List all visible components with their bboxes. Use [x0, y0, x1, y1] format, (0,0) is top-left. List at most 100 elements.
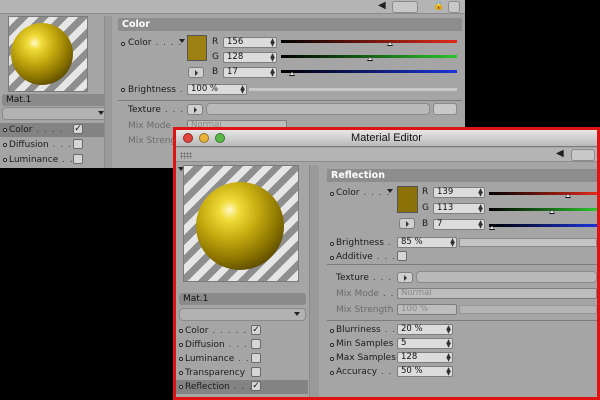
accuracy-field[interactable]: 50 % ▲ ▼: [397, 366, 453, 377]
back-r-knob[interactable]: [387, 41, 393, 46]
back-channel-luminance-checkbox[interactable]: [73, 154, 83, 164]
channel-label: Reflection . . .: [185, 382, 253, 392]
new-window-icon[interactable]: [448, 1, 460, 13]
back-b-slider[interactable]: [281, 70, 457, 76]
min-samples-bullet: [330, 343, 334, 347]
back-arrow-icon[interactable]: ◀: [378, 0, 386, 12]
b-slider[interactable]: [489, 224, 597, 230]
color-picker-button[interactable]: [399, 218, 415, 229]
back-g-field[interactable]: 128 ▲ ▼: [223, 52, 277, 63]
g-field[interactable]: 113 ▲ ▼: [433, 203, 485, 214]
material-name: Mat.1: [179, 293, 306, 305]
back-toolbar: ◀ 🔒: [0, 0, 465, 14]
g-label: G: [422, 203, 429, 213]
brightness-slider[interactable]: [459, 238, 597, 247]
mix-strength-field[interactable]: 100 %: [397, 304, 457, 315]
max-samples-field[interactable]: 128 ▲ ▼: [397, 352, 453, 363]
back-material-name-field[interactable]: [2, 107, 110, 120]
channel-bullet: [179, 343, 183, 347]
back-section-header: Color: [118, 18, 462, 31]
back-r-field[interactable]: 156 ▲ ▼: [223, 37, 277, 48]
title-bar[interactable]: Material Editor: [176, 130, 597, 147]
g-slider[interactable]: [489, 208, 597, 214]
lock-icon[interactable]: 🔒: [433, 0, 444, 12]
blurriness-field[interactable]: 20 % ▲ ▼: [397, 324, 453, 335]
front-toolbar: ◀: [176, 148, 597, 162]
additive-checkbox[interactable]: [397, 251, 407, 261]
preview-sphere: [196, 182, 284, 270]
brightness-label: Brightness .: [336, 238, 392, 248]
mix-strength-label: Mix Strength: [336, 305, 394, 315]
max-samples-bullet: [330, 357, 334, 361]
back-channel-bullet: [3, 158, 7, 162]
back-left-scrollbar[interactable]: [104, 16, 112, 168]
mix-mode-field[interactable]: Normal: [397, 288, 597, 299]
toolbar-grip-icon[interactable]: [180, 152, 192, 159]
blurriness-bullet: [330, 329, 334, 333]
back-divider: [118, 100, 462, 101]
back-r-slider[interactable]: [281, 40, 457, 46]
texture-button[interactable]: [397, 272, 413, 283]
back-texture-button[interactable]: [187, 104, 203, 115]
mix-strength-slider[interactable]: [459, 305, 597, 314]
min-samples-field[interactable]: 5 ▲ ▼: [397, 338, 453, 349]
back-g-knob[interactable]: [367, 56, 373, 61]
channel-bullet: [179, 371, 183, 375]
channel-reflection-checkbox[interactable]: [251, 381, 261, 391]
channel-bullet: [179, 329, 183, 333]
back-g-slider[interactable]: [281, 55, 457, 61]
back-r-label: R: [212, 37, 219, 47]
material-name-field[interactable]: [179, 308, 306, 321]
max-samples-label: Max Samples: [336, 353, 396, 363]
back-nav-button[interactable]: [392, 1, 418, 13]
back-channel-label: Luminance . .: [9, 155, 74, 165]
channel-bullet: [179, 357, 183, 361]
g-knob[interactable]: [549, 209, 555, 214]
additive-bullet: [330, 256, 334, 260]
color-menu-icon[interactable]: [387, 189, 393, 193]
channel-diffusion-checkbox[interactable]: [251, 339, 261, 349]
color-swatch[interactable]: [397, 186, 418, 213]
back-channel-color-checkbox[interactable]: [73, 124, 83, 134]
b-field[interactable]: 7 ▲ ▼: [433, 219, 485, 230]
b-label: B: [422, 219, 429, 229]
back-texture-browse-button[interactable]: [433, 103, 457, 115]
material-preview: [183, 165, 299, 282]
r-label: R: [422, 187, 429, 197]
channel-label: Color . . . . . .: [185, 326, 255, 336]
channel-label: Transparency: [185, 368, 246, 378]
accuracy-bullet: [330, 371, 334, 375]
back-color-menu-icon[interactable]: [179, 39, 185, 43]
nav-button[interactable]: [571, 149, 595, 161]
back-arrow-icon[interactable]: ◀: [556, 148, 564, 160]
back-channel-diffusion-checkbox[interactable]: [73, 139, 83, 149]
back-g-label: G: [212, 52, 219, 62]
color-bullet: [330, 192, 334, 196]
mix-mode-label: Mix Mode . . .: [336, 289, 403, 299]
texture-field[interactable]: [416, 271, 597, 283]
channel-luminance-checkbox[interactable]: [251, 353, 261, 363]
blurriness-label: Blurriness . .: [336, 325, 397, 335]
back-channel-bullet: [3, 128, 7, 132]
back-b-knob[interactable]: [289, 71, 295, 76]
channel-bullet: [179, 385, 183, 389]
channel-label: Diffusion . . . .: [185, 340, 256, 350]
back-color-picker-button[interactable]: [188, 67, 204, 78]
r-knob[interactable]: [565, 193, 571, 198]
r-field[interactable]: 139 ▲ ▼: [433, 187, 485, 198]
texture-label: Texture . . .: [336, 273, 393, 283]
back-b-field[interactable]: 17 ▲ ▼: [223, 67, 277, 78]
channel-transparency-checkbox[interactable]: [251, 367, 261, 377]
channel-label: Luminance . .: [185, 354, 250, 364]
additive-label: Additive . . .: [336, 252, 396, 262]
left-scrollbar[interactable]: [309, 165, 319, 397]
back-texture-field[interactable]: [206, 103, 430, 115]
channel-color-checkbox[interactable]: [251, 325, 261, 335]
back-brightness-field[interactable]: 100 % ▲ ▼: [187, 84, 247, 95]
b-knob[interactable]: [489, 225, 495, 230]
back-color-swatch[interactable]: [187, 35, 207, 61]
r-slider[interactable]: [489, 192, 597, 198]
divider: [327, 264, 597, 265]
back-brightness-slider[interactable]: [249, 88, 457, 91]
brightness-field[interactable]: 85 % ▲ ▼: [397, 237, 457, 248]
